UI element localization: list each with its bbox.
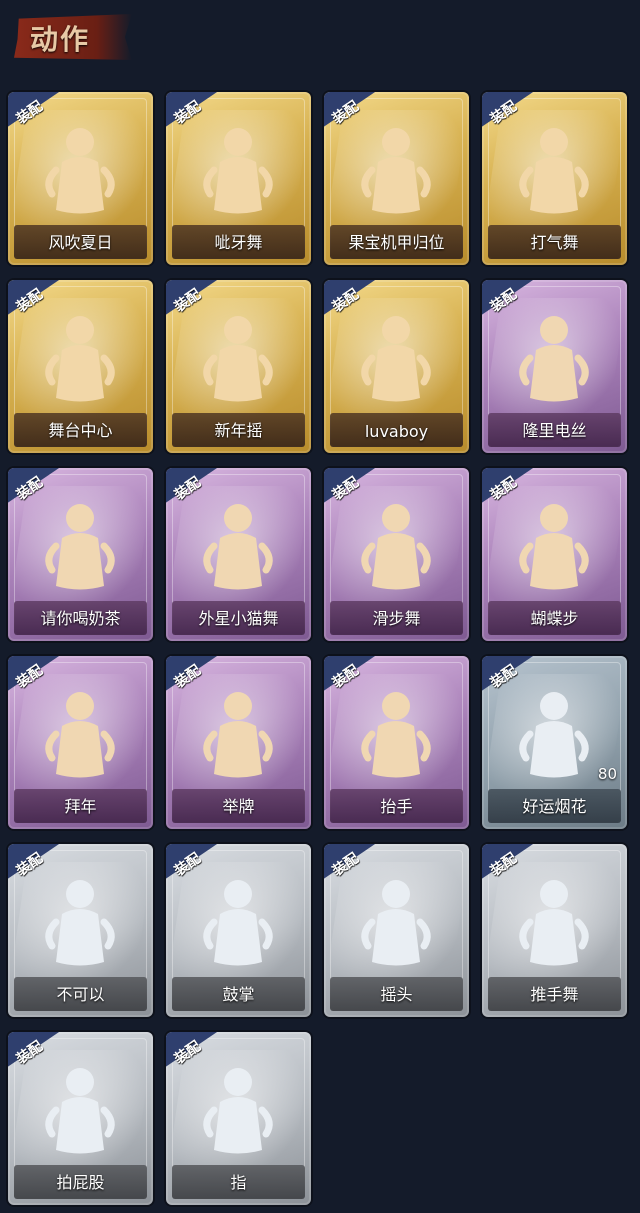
emote-card[interactable]: 装配 蝴蝶步: [482, 468, 627, 641]
milk-tea-icon: [38, 498, 123, 593]
emote-grid: 装配 风吹夏日 装配 呲牙舞 装配 果宝机甲归位 装配 打气舞装配 舞台中心 装配 新年摇 装配 luv…: [8, 92, 638, 1205]
emote-name: 不可以: [56, 985, 105, 1004]
emote-name: 果宝机甲归位: [348, 233, 445, 252]
emote-card[interactable]: 装配 举牌: [166, 656, 311, 829]
emote-name: 滑步舞: [372, 609, 421, 628]
electric-dance-icon: [512, 310, 597, 405]
emote-card[interactable]: 装配 请你喝奶茶: [8, 468, 153, 641]
emote-card[interactable]: 装配 舞台中心: [8, 280, 153, 453]
emote-card[interactable]: 装配 呲牙舞: [166, 92, 311, 265]
butt-pat-icon: [38, 1062, 123, 1157]
emote-name: 鼓掌: [222, 985, 255, 1004]
emote-card[interactable]: 装配 80 好运烟花: [482, 656, 627, 829]
emote-name: 风吹夏日: [48, 233, 113, 252]
emote-card[interactable]: 装配指: [166, 1032, 311, 1205]
stage-center-icon: [38, 310, 123, 405]
emote-card[interactable]: 装配 滑步舞: [324, 468, 469, 641]
emote-name: 呲牙舞: [214, 233, 263, 252]
emote-card[interactable]: 装配 不可以: [8, 844, 153, 1017]
emote-card[interactable]: 装配 隆里电丝: [482, 280, 627, 453]
emote-name: 好运烟花: [522, 797, 587, 816]
emote-card[interactable]: 装配 鼓掌: [166, 844, 311, 1017]
push-hand-dance-icon: [512, 874, 597, 969]
raise-hand-icon: [354, 686, 439, 781]
emote-card[interactable]: 装配 摇头: [324, 844, 469, 1017]
emote-name: 指: [230, 1173, 247, 1192]
section-title: 动作: [30, 23, 91, 56]
head-shake-icon: [354, 874, 439, 969]
clap-icon: [196, 874, 281, 969]
cheer-dance-icon: [512, 122, 597, 217]
emote-card[interactable]: 装配 拜年: [8, 656, 153, 829]
emote-name: 打气舞: [530, 233, 579, 252]
emote-name: 推手舞: [530, 985, 579, 1004]
emote-name: 外星小猫舞: [198, 609, 279, 628]
emote-name: 舞台中心: [48, 421, 113, 440]
alien-cat-dance-icon: [196, 498, 281, 593]
emote-name: 新年摇: [214, 421, 263, 440]
butterfly-step-icon: [512, 498, 597, 593]
emote-card[interactable]: 装配 推手舞: [482, 844, 627, 1017]
finger-no-icon: [38, 874, 123, 969]
emote-card[interactable]: 装配 打气舞: [482, 92, 627, 265]
emote-name: 抬手: [380, 797, 413, 816]
emote-card[interactable]: 装配 luvaboy: [324, 280, 469, 453]
emote-card[interactable]: 装配 外星小猫舞: [166, 468, 311, 641]
emote-name: 摇头: [380, 985, 413, 1004]
item-count: 80: [597, 765, 617, 783]
new-year-shake-icon: [196, 310, 281, 405]
emote-card[interactable]: 装配 抬手: [324, 656, 469, 829]
sign-holding-icon: [196, 686, 281, 781]
slide-dance-icon: [354, 498, 439, 593]
emote-name: 隆里电丝: [522, 421, 587, 440]
emote-card[interactable]: 装配 果宝机甲归位: [324, 92, 469, 265]
mecha-pose-icon: [354, 122, 439, 217]
emote-card[interactable]: 装配 风吹夏日: [8, 92, 153, 265]
emote-card[interactable]: 装配 拍屁股: [8, 1032, 153, 1205]
emote-name: 请你喝奶茶: [40, 609, 121, 628]
emote-name: 拍屁股: [56, 1173, 105, 1192]
wind-dance-icon: [38, 122, 123, 217]
grin-dance-icon: [196, 122, 281, 217]
point-icon: [196, 1062, 281, 1157]
emote-card[interactable]: 装配 新年摇: [166, 280, 311, 453]
emote-name: 拜年: [64, 797, 97, 816]
firework-icon: [512, 686, 597, 781]
emote-name: luvaboy: [364, 422, 429, 441]
emote-name: 举牌: [222, 797, 255, 816]
emote-name: 蝴蝶步: [530, 609, 579, 628]
new-year-greeting-icon: [38, 686, 123, 781]
luvaboy-icon: [354, 310, 439, 405]
